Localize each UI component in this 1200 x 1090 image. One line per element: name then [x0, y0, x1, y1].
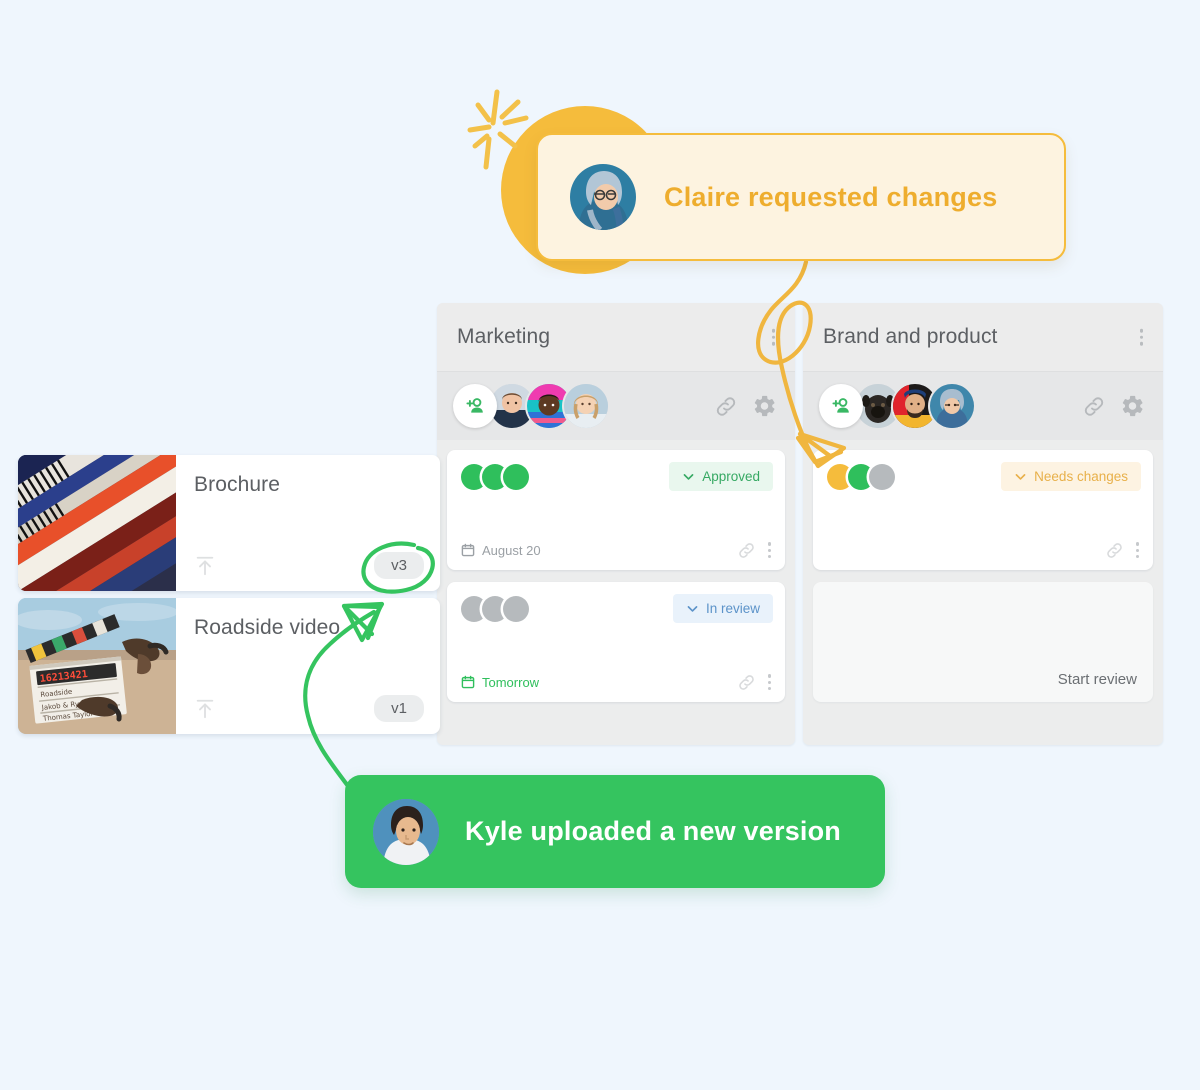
column-tools — [714, 394, 777, 419]
card-tools — [737, 672, 773, 692]
kebab-menu-icon[interactable] — [766, 540, 773, 560]
status-label: Needs changes — [1034, 469, 1128, 484]
chevron-down-icon — [1015, 474, 1026, 480]
due-date-label: August 20 — [482, 542, 541, 558]
column-members-bar — [803, 371, 1163, 440]
illustration-stage: Marketing Approved August 20 In review T… — [0, 0, 1200, 1090]
add-person-icon — [466, 398, 483, 413]
link-icon[interactable] — [714, 394, 738, 418]
column-card-list: Approved August 20 In review Tomorrow — [437, 440, 795, 712]
toast-message: Claire requested changes — [664, 181, 998, 212]
column-header: Marketing — [437, 303, 795, 371]
avatar-group — [819, 384, 974, 428]
kebab-menu-icon[interactable] — [1134, 540, 1141, 560]
avatar[interactable] — [930, 384, 974, 428]
member-photo — [564, 384, 608, 428]
review-card[interactable]: In review Tomorrow — [447, 582, 785, 702]
start-review-button[interactable]: Start review — [1058, 671, 1137, 688]
add-person-button[interactable] — [453, 384, 497, 428]
link-icon[interactable] — [1082, 394, 1106, 418]
version-badge[interactable]: v3 — [374, 552, 424, 579]
board-column-brand-and-product: Brand and product Needs changes Start re… — [803, 303, 1163, 745]
link-icon[interactable] — [737, 541, 756, 560]
file-actions: v1 — [194, 695, 424, 722]
upload-icon[interactable] — [194, 555, 216, 577]
add-person-button[interactable] — [819, 384, 863, 428]
kebab-menu-icon[interactable] — [1136, 325, 1148, 350]
file-name: Brochure — [194, 473, 281, 496]
version-badge[interactable]: v1 — [374, 695, 424, 722]
status-label: Approved — [702, 469, 760, 484]
kyle-avatar — [373, 798, 439, 865]
column-title: Brand and product — [823, 325, 998, 348]
review-card-empty[interactable]: Start review — [813, 582, 1153, 702]
upload-icon[interactable] — [194, 698, 216, 720]
review-card[interactable]: Approved August 20 — [447, 450, 785, 570]
magazine-stack-photo: RAR — [18, 455, 176, 591]
add-person-icon — [832, 398, 849, 413]
card-tools — [737, 540, 773, 560]
file-card-roadside-video[interactable]: 16213421 Roadside Jakob & Ryan Thomas Ta… — [18, 598, 440, 734]
calendar-icon — [461, 543, 475, 557]
column-members-bar — [437, 371, 795, 440]
file-name: Roadside video — [194, 616, 341, 639]
card-footer — [827, 540, 1141, 560]
avatar-photo — [373, 798, 439, 865]
claire-avatar — [570, 164, 636, 230]
column-header: Brand and product — [803, 303, 1163, 371]
thumbnail-image: RAR — [18, 455, 176, 591]
column-title: Marketing — [457, 325, 551, 348]
chevron-down-icon — [683, 474, 694, 480]
column-tools — [1082, 394, 1145, 419]
review-card[interactable]: Needs changes — [813, 450, 1153, 570]
avatar[interactable] — [564, 384, 608, 428]
due-date-label: Tomorrow — [482, 674, 540, 690]
status-badge-needs-changes[interactable]: Needs changes — [1001, 462, 1141, 491]
avatar-photo — [570, 164, 636, 230]
file-meta: Brochure v3 — [176, 455, 440, 591]
file-meta: Roadside video v1 — [176, 598, 440, 734]
status-badge-approved[interactable]: Approved — [669, 462, 773, 491]
card-footer: Tomorrow — [461, 672, 773, 692]
toast-message: Kyle uploaded a new version — [465, 816, 842, 846]
member-photo — [930, 384, 974, 428]
kebab-menu-icon[interactable] — [766, 672, 773, 692]
link-icon[interactable] — [737, 673, 756, 692]
status-badge-in-review[interactable]: In review — [672, 594, 773, 623]
board-column-marketing: Marketing Approved August 20 In review T… — [437, 303, 795, 745]
link-icon[interactable] — [1105, 541, 1124, 560]
clapperboard-photo: 16213421 Roadside Jakob & Ryan Thomas Ta… — [18, 598, 176, 734]
due-date: August 20 — [461, 543, 541, 558]
toast-kyle-uploaded-new-version[interactable]: Kyle uploaded a new version — [345, 775, 885, 888]
gear-icon[interactable] — [1120, 394, 1145, 419]
avatar-group — [453, 384, 608, 428]
gear-icon[interactable] — [752, 394, 777, 419]
chevron-down-icon — [687, 606, 698, 612]
card-tools — [1105, 540, 1141, 560]
file-card-brochure[interactable]: RAR Brochure v3 — [18, 455, 440, 591]
calendar-icon — [461, 675, 475, 689]
due-date: Tomorrow — [461, 675, 539, 690]
kebab-menu-icon[interactable] — [768, 325, 780, 350]
card-footer: August 20 — [461, 540, 773, 560]
thumbnail-image: 16213421 Roadside Jakob & Ryan Thomas Ta… — [18, 598, 176, 734]
status-label: In review — [705, 601, 760, 616]
file-actions: v3 — [194, 552, 424, 579]
toast-claire-requested-changes[interactable]: Claire requested changes — [536, 133, 1066, 261]
column-card-list: Needs changes Start review — [803, 440, 1163, 712]
